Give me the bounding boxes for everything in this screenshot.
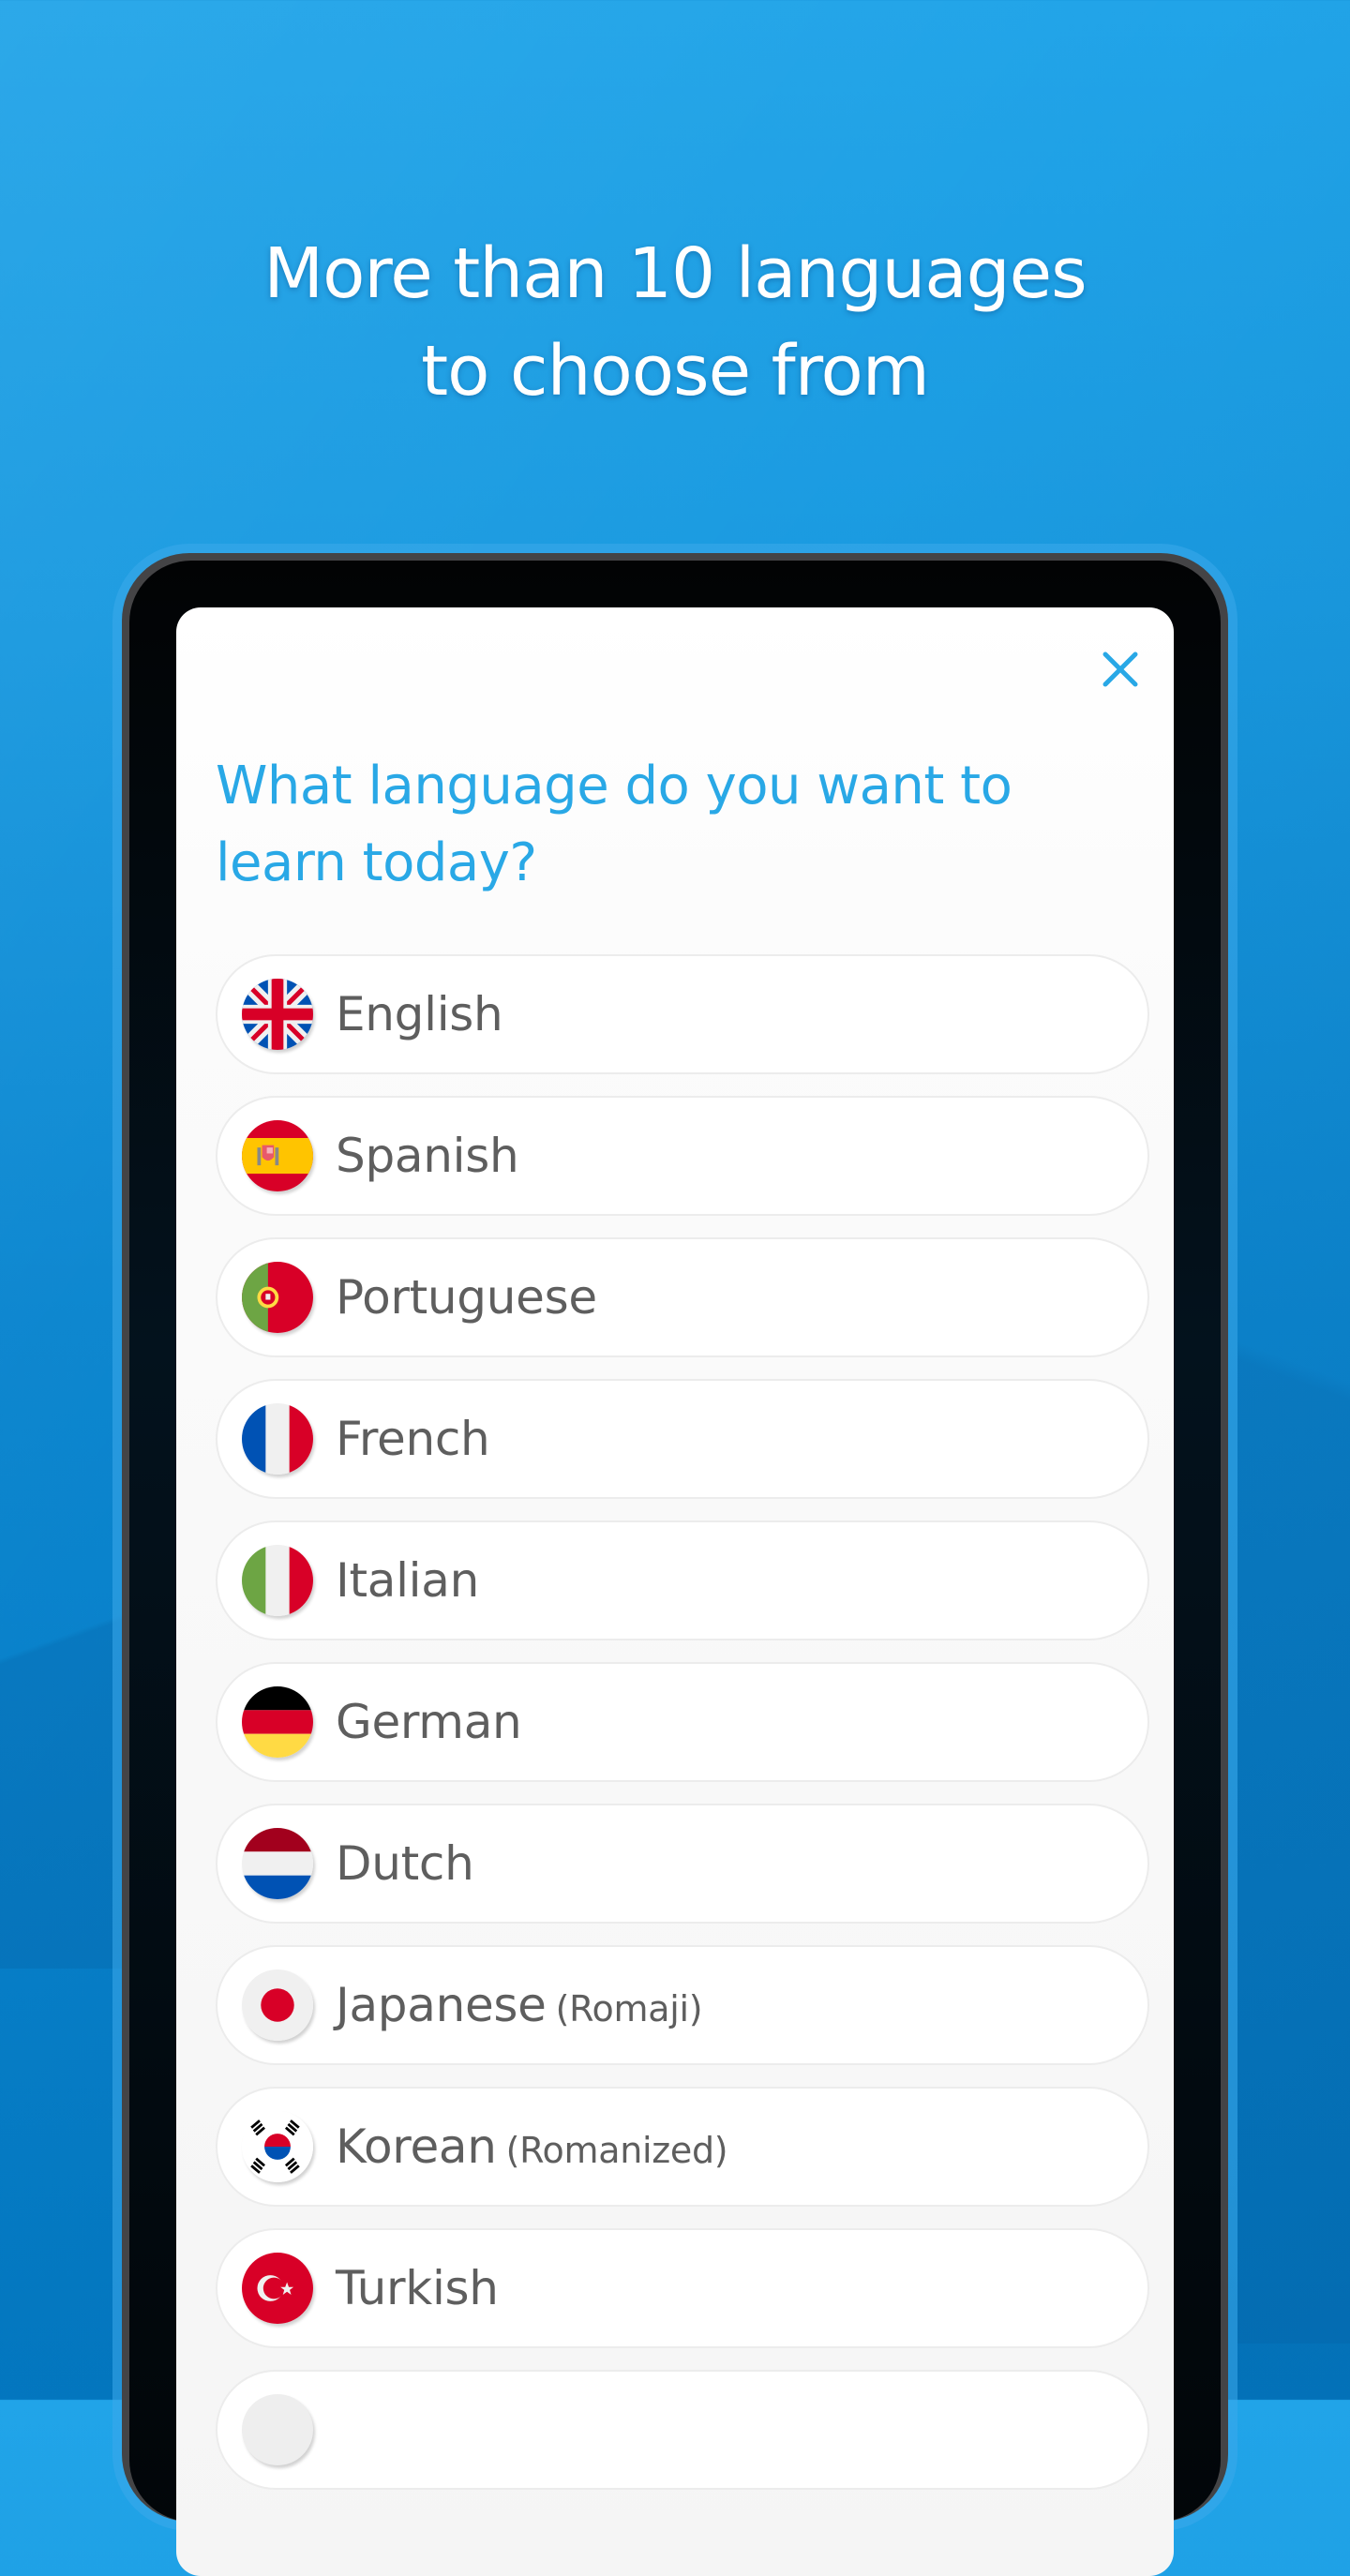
language-option-english[interactable]: English	[216, 954, 1149, 1074]
language-label: Italian	[336, 1553, 480, 1608]
uk-flag-icon	[242, 979, 313, 1050]
language-label: German	[336, 1695, 522, 1749]
language-label: English	[336, 987, 503, 1041]
language-list: English Spanish Portuguese French Italia…	[216, 954, 1149, 2511]
language-sublabel: (Romanized)	[505, 2130, 728, 2171]
turkey-flag-icon	[242, 2253, 313, 2324]
promo-headline: More than 10 languages to choose from	[0, 225, 1350, 420]
language-label: Spanish	[336, 1129, 519, 1183]
close-button[interactable]	[1098, 647, 1143, 692]
netherlands-flag-icon	[242, 1828, 313, 1899]
language-picker-dialog: What language do you want to learn today…	[176, 607, 1174, 2576]
language-option-dutch[interactable]: Dutch	[216, 1804, 1149, 1924]
korea-flag-icon	[242, 2111, 313, 2182]
language-option-french[interactable]: French	[216, 1379, 1149, 1499]
language-option-japanese[interactable]: Japanese (Romaji)	[216, 1945, 1149, 2065]
language-option-german[interactable]: German	[216, 1662, 1149, 1782]
language-option-korean[interactable]: Korean (Romanized)	[216, 2087, 1149, 2207]
japan-flag-icon	[242, 1969, 313, 2041]
language-label: Korean	[336, 2119, 497, 2174]
tablet-device-frame: What language do you want to learn today…	[122, 553, 1228, 2576]
language-sublabel: (Romaji)	[555, 1988, 703, 2029]
device-bezel: What language do you want to learn today…	[129, 561, 1221, 2576]
germany-flag-icon	[242, 1686, 313, 1758]
language-label: Turkish	[336, 2261, 499, 2315]
language-label: Portuguese	[336, 1270, 597, 1325]
portugal-flag-icon	[242, 1262, 313, 1333]
language-option-italian[interactable]: Italian	[216, 1520, 1149, 1640]
language-label: Japanese	[336, 1978, 547, 2032]
language-label: Dutch	[336, 1836, 474, 1891]
language-option-spanish[interactable]: Spanish	[216, 1096, 1149, 1216]
language-option-portuguese[interactable]: Portuguese	[216, 1237, 1149, 1357]
language-label: French	[336, 1412, 490, 1466]
background-facet	[1238, 562, 1350, 2344]
italy-flag-icon	[242, 1545, 313, 1616]
dialog-question: What language do you want to learn today…	[216, 756, 1012, 893]
flag-icon	[242, 2394, 313, 2465]
language-option-turkish[interactable]: Turkish	[216, 2228, 1149, 2348]
promo-headline-line-1: More than 10 languages	[263, 233, 1087, 314]
language-option-partial[interactable]	[216, 2370, 1149, 2490]
close-icon	[1102, 651, 1138, 687]
promo-headline-line-2: to choose from	[421, 331, 930, 412]
france-flag-icon	[242, 1403, 313, 1475]
spain-flag-icon	[242, 1120, 313, 1191]
